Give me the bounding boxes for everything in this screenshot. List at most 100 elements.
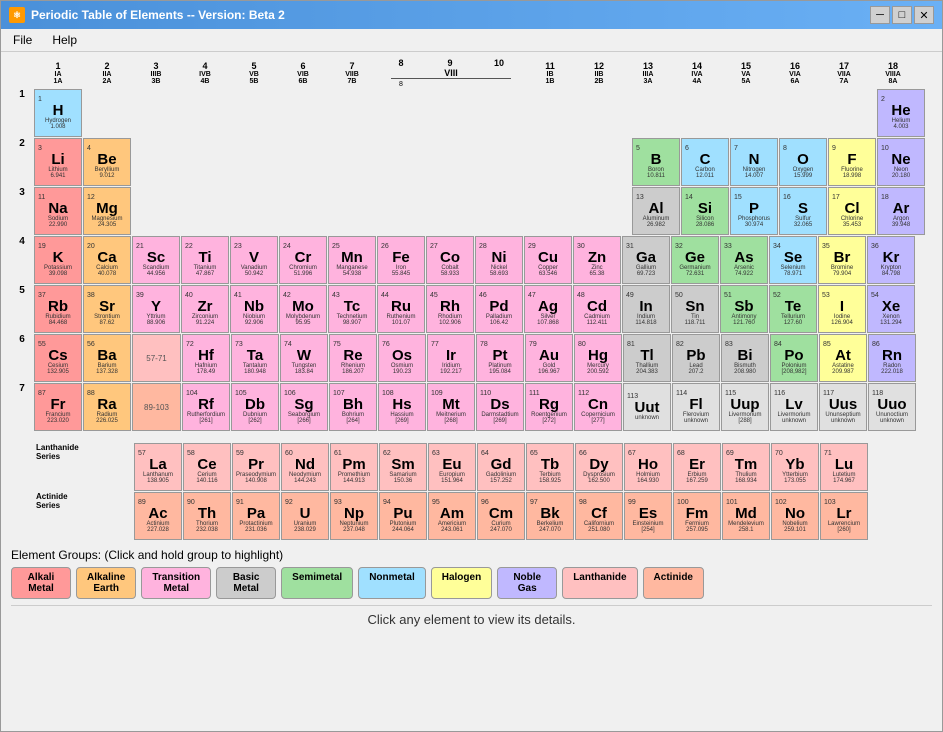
element-Mo[interactable]: 42MoMolybdenum95.95 [279, 285, 327, 333]
element-Uup[interactable]: 115UupLivermorium[288] [721, 383, 769, 431]
element-Ti[interactable]: 22TiTitanium47.867 [181, 236, 229, 284]
element-Uut[interactable]: 113Uutunknown [623, 383, 671, 431]
element-Cd[interactable]: 48CdCadmium112.411 [573, 285, 621, 333]
element-As[interactable]: 33AsArsenic74.922 [720, 236, 768, 284]
group-halogen[interactable]: Halogen [431, 567, 492, 599]
element-Zr[interactable]: 40ZrZirconium91.224 [181, 285, 229, 333]
element-Pu[interactable]: 94PuPlutonium244.064 [379, 492, 427, 540]
element-Hf[interactable]: 72HfHafnium178.49 [182, 334, 230, 382]
element-Pd[interactable]: 46PdPalladium106.42 [475, 285, 523, 333]
element-Br[interactable]: 35BrBromine79.904 [818, 236, 866, 284]
element-Ru[interactable]: 44RuRuthenium101.07 [377, 285, 425, 333]
menu-file[interactable]: File [5, 31, 40, 49]
element-Db[interactable]: 105DbDubnium[262] [231, 383, 279, 431]
element-Lv[interactable]: 116LvLivermoriumunknown [770, 383, 818, 431]
element-Mt[interactable]: 109MtMeitnerium[268] [427, 383, 475, 431]
element-Re[interactable]: 75ReRhenium186.207 [329, 334, 377, 382]
element-At[interactable]: 85AtAstatine209.987 [819, 334, 867, 382]
element-Sr[interactable]: 38SrStrontium87.62 [83, 285, 131, 333]
group-nonmetal[interactable]: Nonmetal [358, 567, 426, 599]
element-Yb[interactable]: 70YbYtterbium173.055 [771, 443, 819, 491]
element-La[interactable]: 57LaLanthanum138.905 [134, 443, 182, 491]
element-Nd[interactable]: 60NdNeodymium144.243 [281, 443, 329, 491]
group-alkali[interactable]: AlkaliMetal [11, 567, 71, 599]
element-H[interactable]: 1HHydrogen1.008 [34, 89, 82, 137]
element-Ta[interactable]: 73TaTantalum180.948 [231, 334, 279, 382]
element-Kr[interactable]: 36KrKrypton84.798 [867, 236, 915, 284]
element-Cs[interactable]: 55CsCesium132.905 [34, 334, 82, 382]
element-No[interactable]: 102NoNobelium259.101 [771, 492, 819, 540]
element-Pb[interactable]: 82PbLead207.2 [672, 334, 720, 382]
group-lanthanide[interactable]: Lanthanide [562, 567, 637, 599]
element-Te[interactable]: 52TeTellurium127.60 [769, 285, 817, 333]
element-Au[interactable]: 79AuGold196.967 [525, 334, 573, 382]
element-Cr[interactable]: 24CrChromium51.996 [279, 236, 327, 284]
close-button[interactable]: ✕ [914, 6, 934, 24]
element-Hs[interactable]: 108HsHassium[269] [378, 383, 426, 431]
element-Fm[interactable]: 100FmFermium257.095 [673, 492, 721, 540]
group-transition[interactable]: TransitionMetal [141, 567, 211, 599]
element-Md[interactable]: 101MdMendelevium258.1 [722, 492, 770, 540]
element-Bk[interactable]: 97BkBerkelium247.070 [526, 492, 574, 540]
element-P[interactable]: 15PPhosphorus30.974 [730, 187, 778, 235]
element-Bi[interactable]: 83BiBismuth208.980 [721, 334, 769, 382]
element-Cl[interactable]: 17ClChlorine35.453 [828, 187, 876, 235]
element-Na[interactable]: 11NaSodium22.990 [34, 187, 82, 235]
element-Ar[interactable]: 18ArArgon39.948 [877, 187, 925, 235]
element-Ce[interactable]: 58CeCerium140.116 [183, 443, 231, 491]
element-He[interactable]: 2HeHelium4.003 [877, 89, 925, 137]
element-Ca[interactable]: 20CaCalcium40.078 [83, 236, 131, 284]
element-I[interactable]: 53IIodine126.904 [818, 285, 866, 333]
maximize-button[interactable]: □ [892, 6, 912, 24]
element-Rb[interactable]: 37RbRubidium84.468 [34, 285, 82, 333]
element-Sm[interactable]: 62SmSamarium150.36 [379, 443, 427, 491]
element-Er[interactable]: 68ErErbium167.259 [673, 443, 721, 491]
element-Fl[interactable]: 114FlFleroviumunknown [672, 383, 720, 431]
element-Es[interactable]: 99EsEinsteinium[254] [624, 492, 672, 540]
element-Ac[interactable]: 89AcActinium227.028 [134, 492, 182, 540]
element-Bh[interactable]: 107BhBohrium[264] [329, 383, 377, 431]
element-Cn[interactable]: 112CnCopernicium[277] [574, 383, 622, 431]
element-Ni[interactable]: 28NiNickel58.693 [475, 236, 523, 284]
element-Y[interactable]: 39YYttrium88.906 [132, 285, 180, 333]
element-Pa[interactable]: 91PaProtactinium231.036 [232, 492, 280, 540]
element-Nb[interactable]: 41NbNiobium92.906 [230, 285, 278, 333]
element-Dy[interactable]: 66DyDysprosium162.500 [575, 443, 623, 491]
element-Ag[interactable]: 47AgSilver107.868 [524, 285, 572, 333]
element-Ba[interactable]: 56BaBarium137.328 [83, 334, 131, 382]
element-N[interactable]: 7NNitrogen14.007 [730, 138, 778, 186]
element-Lr[interactable]: 103LrLawrencium[260] [820, 492, 868, 540]
element-Be[interactable]: 4BeBeryllium9.012 [83, 138, 131, 186]
element-U[interactable]: 92UUranium238.029 [281, 492, 329, 540]
group-basic[interactable]: BasicMetal [216, 567, 276, 599]
element-Ho[interactable]: 67HoHolmium164.930 [624, 443, 672, 491]
group-noble[interactable]: NobleGas [497, 567, 557, 599]
element-S[interactable]: 16SSulfur32.065 [779, 187, 827, 235]
element-Pt[interactable]: 78PtPlatinum195.084 [476, 334, 524, 382]
group-alkaline[interactable]: AlkalineEarth [76, 567, 136, 599]
minimize-button[interactable]: ─ [870, 6, 890, 24]
element-Ds[interactable]: 110DsDarmstadtium[269] [476, 383, 524, 431]
element-F[interactable]: 9FFluorine18.998 [828, 138, 876, 186]
group-actinide[interactable]: Actinide [643, 567, 704, 599]
element-Sn[interactable]: 50SnTin118.711 [671, 285, 719, 333]
element-Rf[interactable]: 104RfRutherfordium[261] [182, 383, 230, 431]
element-Zn[interactable]: 30ZnZinc65.38 [573, 236, 621, 284]
element-V[interactable]: 23VVanadium50.942 [230, 236, 278, 284]
element-Cf[interactable]: 98CfCalifornium251.080 [575, 492, 623, 540]
element-Ra[interactable]: 88RaRadium226.025 [83, 383, 131, 431]
element-Se[interactable]: 34SeSelenium78.971 [769, 236, 817, 284]
element-Th[interactable]: 90ThThorium232.038 [183, 492, 231, 540]
element-Gd[interactable]: 64GdGadolinium157.252 [477, 443, 525, 491]
element-Sc[interactable]: 21ScScandium44.956 [132, 236, 180, 284]
element-B[interactable]: 5BBoron10.811 [632, 138, 680, 186]
element-Po[interactable]: 84PoPolonium[208,982] [770, 334, 818, 382]
element-Os[interactable]: 76OsOsmium190.23 [378, 334, 426, 382]
element-Tc[interactable]: 43TcTechnetium98.907 [328, 285, 376, 333]
element-K[interactable]: 19KPotassium39.098 [34, 236, 82, 284]
element-Si[interactable]: 14SiSilicon28.086 [681, 187, 729, 235]
element-Ir[interactable]: 77IrIridium192.217 [427, 334, 475, 382]
element-Tl[interactable]: 81TlThallium204.383 [623, 334, 671, 382]
element-Lu[interactable]: 71LuLutetium174.967 [820, 443, 868, 491]
element-Fr[interactable]: 87FrFrancium223.020 [34, 383, 82, 431]
